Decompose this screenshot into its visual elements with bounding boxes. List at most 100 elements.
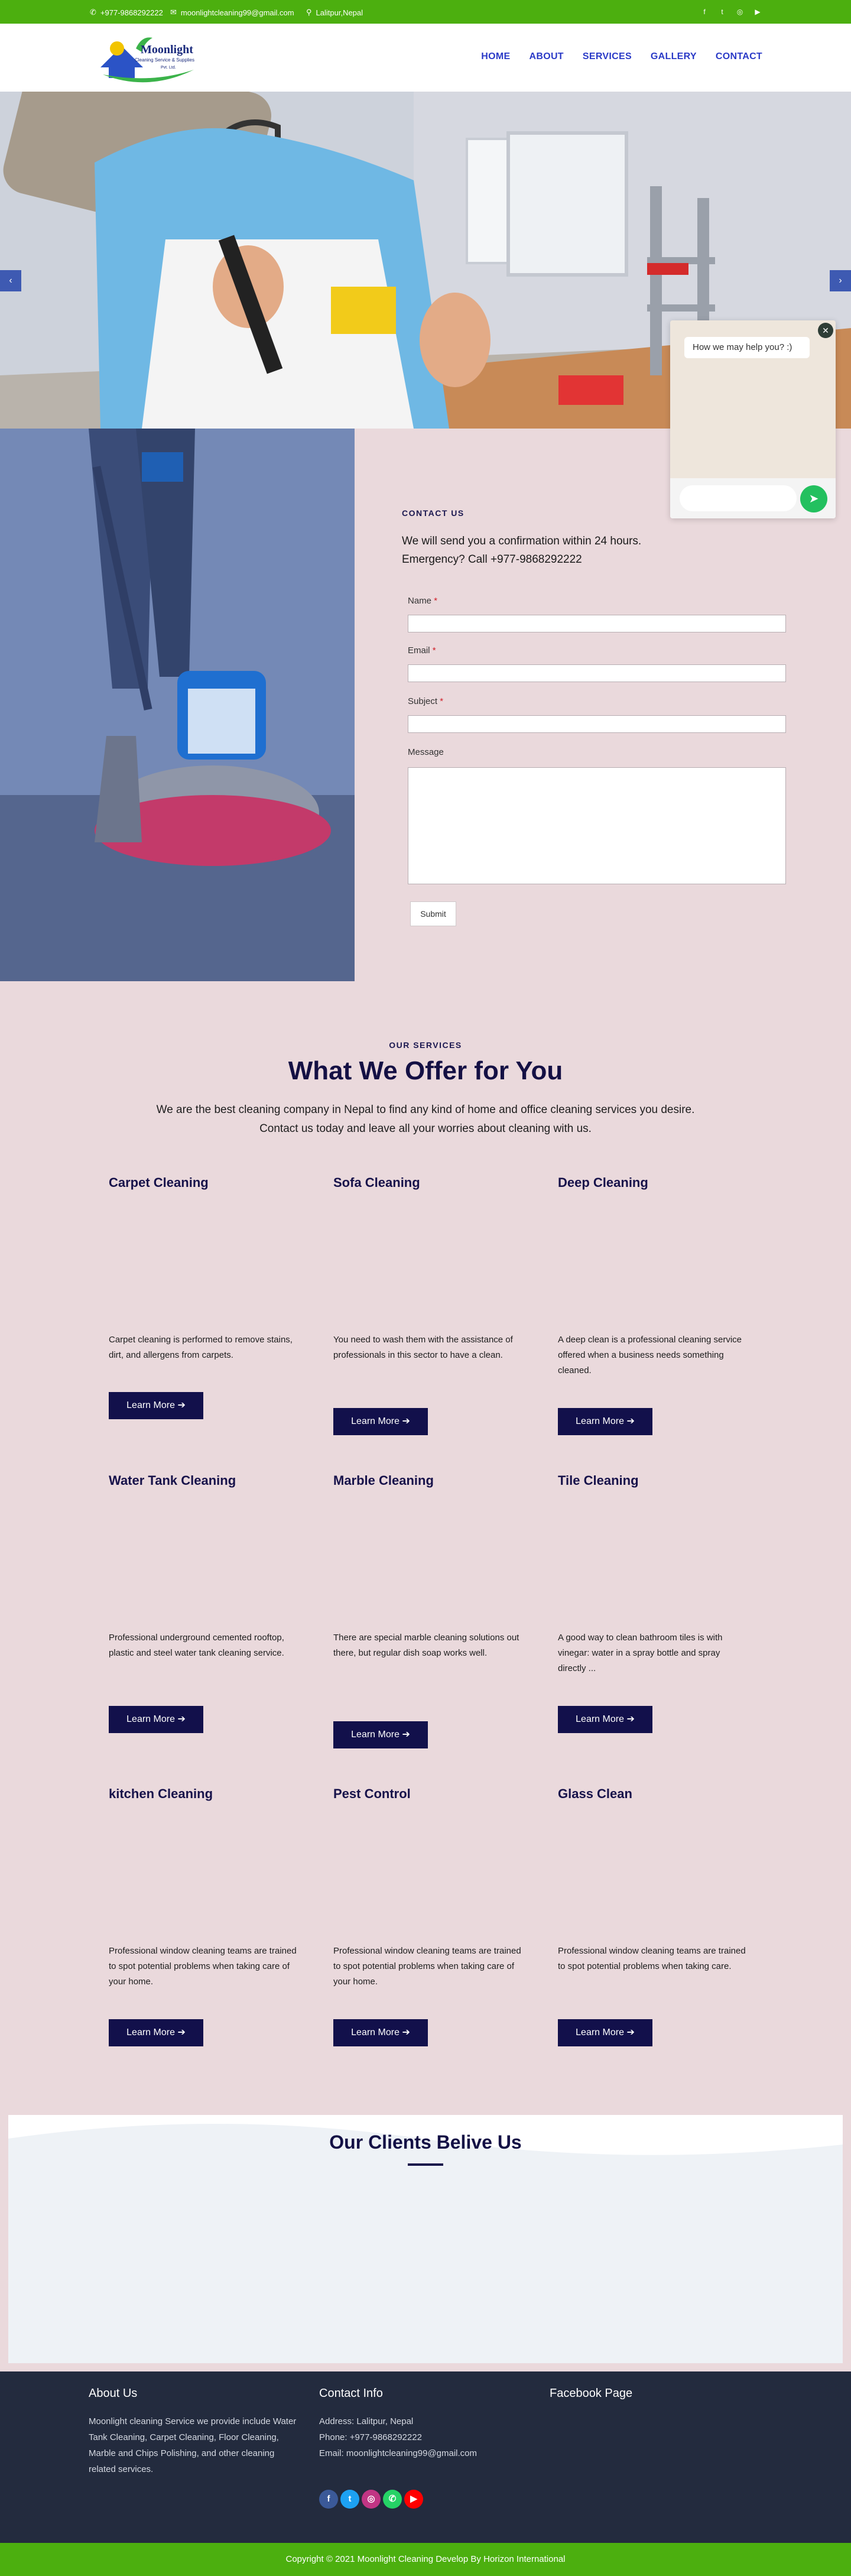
subject-field[interactable] — [408, 715, 786, 733]
nav-home[interactable]: HOME — [481, 51, 510, 62]
subject-label: Subject * — [408, 696, 444, 706]
service-card: Tile Cleaning A good way to clean bathro… — [558, 1473, 753, 1733]
youtube-icon[interactable]: ▶ — [404, 2490, 423, 2509]
service-card: Glass Clean Professional window cleaning… — [558, 1786, 753, 2046]
twitter-icon[interactable]: t — [717, 7, 727, 17]
arrow-right-icon: ➔ — [402, 2027, 410, 2038]
instagram-icon[interactable]: ◎ — [735, 7, 745, 17]
top-bar: ✆ +977-9868292222 ✉ moonlightcleaning99@… — [0, 0, 851, 24]
message-field[interactable] — [408, 767, 786, 884]
site-header: Moonlight Cleaning Service & Supplies Pv… — [0, 24, 851, 92]
nav-services[interactable]: SERVICES — [583, 51, 632, 62]
service-title: Sofa Cleaning — [333, 1175, 420, 1190]
service-title: Glass Clean — [558, 1786, 632, 1801]
service-card: Deep Cleaning A deep clean is a professi… — [558, 1175, 753, 1435]
chat-greeting: How we may help you? :) — [684, 337, 810, 358]
learn-more-button[interactable]: Learn More ➔ — [558, 2019, 652, 2046]
service-card: Carpet Cleaning Carpet cleaning is perfo… — [109, 1175, 304, 1419]
service-description: Professional window cleaning teams are t… — [558, 1946, 746, 1971]
service-title: Tile Cleaning — [558, 1473, 639, 1488]
service-card: kitchen Cleaning Professional window cle… — [109, 1786, 304, 2046]
services-intro: We are the best cleaning company in Nepa… — [0, 1101, 851, 1138]
footer-address: Address: Lalitpur, Nepal — [319, 2416, 414, 2426]
service-description: A deep clean is a professional cleaning … — [558, 1335, 742, 1375]
service-description: Professional window cleaning teams are t… — [333, 1946, 521, 1987]
service-card: Marble Cleaning There are special marble… — [333, 1473, 528, 1748]
service-title: Deep Cleaning — [558, 1175, 648, 1190]
main-nav: HOME ABOUT SERVICES GALLERY CONTACT — [481, 51, 762, 62]
topbar-phone[interactable]: ✆ +977-9868292222 — [90, 8, 163, 17]
services-intro-line-2: Contact us today and leave all your worr… — [259, 1122, 592, 1135]
submit-button[interactable]: Submit — [410, 901, 456, 926]
whatsapp-icon[interactable]: ✆ — [383, 2490, 402, 2509]
clients-section: Our Clients Belive Us — [8, 2115, 843, 2363]
services-intro-line-1: We are the best cleaning company in Nepa… — [156, 1104, 695, 1116]
footer-contact-details: Address: Lalitpur, Nepal Phone: +977-986… — [319, 2413, 520, 2461]
arrow-right-icon: ➔ — [626, 2027, 635, 2038]
phone-icon: ✆ — [90, 8, 96, 17]
learn-more-button[interactable]: Learn More ➔ — [558, 1706, 652, 1733]
hero-next-arrow[interactable]: › — [830, 270, 851, 291]
learn-more-button[interactable]: Learn More ➔ — [333, 2019, 428, 2046]
mail-icon: ✉ — [170, 8, 177, 17]
service-card: Sofa Cleaning You need to wash them with… — [333, 1175, 528, 1435]
svg-text:Cleaning Service & Supplies: Cleaning Service & Supplies — [135, 57, 194, 63]
footer-contact-heading: Contact Info — [319, 2387, 383, 2400]
hero-prev-arrow[interactable]: ‹ — [0, 270, 21, 291]
site-logo[interactable]: Moonlight Cleaning Service & Supplies Pv… — [95, 31, 198, 85]
contact-description: We will send you a confirmation within 2… — [402, 532, 786, 569]
service-description: Professional window cleaning teams are t… — [109, 1946, 297, 1987]
footer-email[interactable]: Email: moonlightcleaning99@gmail.com — [319, 2445, 520, 2461]
service-description: You need to wash them with the assistanc… — [333, 1335, 513, 1360]
name-label: Name * — [408, 596, 438, 606]
service-description: There are special marble cleaning soluti… — [333, 1633, 519, 1658]
site-footer: About Us Moonlight cleaning Service we p… — [0, 2371, 851, 2543]
topbar-socials: f t ◎ ▶ — [700, 7, 762, 17]
footer-contact: Contact Info Address: Lalitpur, Nepal Ph… — [319, 2387, 520, 2461]
youtube-icon[interactable]: ▶ — [753, 7, 762, 17]
arrow-right-icon: ➔ — [177, 1400, 186, 1410]
chat-input[interactable] — [680, 485, 797, 511]
arrow-right-icon: ➔ — [402, 1416, 410, 1426]
instagram-icon[interactable]: ◎ — [362, 2490, 381, 2509]
close-icon[interactable]: ✕ — [818, 323, 833, 338]
facebook-icon[interactable]: f — [319, 2490, 338, 2509]
arrow-right-icon: ➔ — [177, 1714, 186, 1724]
email-label: Email * — [408, 645, 436, 656]
learn-more-button[interactable]: Learn More ➔ — [333, 1408, 428, 1435]
arrow-right-icon: ➔ — [626, 1416, 635, 1426]
learn-more-button[interactable]: Learn More ➔ — [109, 1392, 203, 1419]
nav-contact[interactable]: CONTACT — [716, 51, 762, 62]
arrow-right-icon: ➔ — [402, 1730, 410, 1740]
learn-more-button[interactable]: Learn More ➔ — [109, 2019, 203, 2046]
clients-title: Our Clients Belive Us — [329, 2131, 522, 2153]
footer-social-icons: f t ◎ ✆ ▶ — [319, 2490, 423, 2509]
send-icon[interactable]: ➤ — [800, 485, 827, 512]
topbar-email-text: moonlightcleaning99@gmail.com — [180, 8, 294, 17]
arrow-right-icon: ➔ — [177, 2027, 186, 2038]
clients-title-underline — [408, 2163, 443, 2166]
footer-phone[interactable]: Phone: +977-9868292222 — [319, 2429, 520, 2445]
copyright-bar: Copyright © 2021 Moonlight Cleaning Deve… — [0, 2543, 851, 2576]
footer-about-text: Moonlight cleaning Service we provide in… — [89, 2416, 297, 2474]
facebook-icon[interactable]: f — [700, 7, 709, 17]
service-description: Professional underground cemented roofto… — [109, 1633, 284, 1658]
learn-more-button[interactable]: Learn More ➔ — [109, 1706, 203, 1733]
nav-about[interactable]: ABOUT — [530, 51, 564, 62]
topbar-phone-text: +977-9868292222 — [100, 8, 163, 17]
nav-gallery[interactable]: GALLERY — [651, 51, 697, 62]
contact-line-emergency: Emergency? Call +977-9868292222 — [402, 553, 582, 566]
contact-image — [0, 429, 355, 981]
email-field[interactable] — [408, 664, 786, 682]
twitter-icon[interactable]: t — [340, 2490, 359, 2509]
name-field[interactable] — [408, 615, 786, 632]
footer-facebook: Facebook Page — [550, 2387, 751, 2400]
service-description: Carpet cleaning is performed to remove s… — [109, 1335, 293, 1360]
topbar-email[interactable]: ✉ moonlightcleaning99@gmail.com — [170, 8, 294, 17]
learn-more-button[interactable]: Learn More ➔ — [558, 1408, 652, 1435]
learn-more-button[interactable]: Learn More ➔ — [333, 1721, 428, 1748]
topbar-location-text: Lalitpur,Nepal — [316, 8, 363, 17]
footer-about: About Us Moonlight cleaning Service we p… — [89, 2387, 301, 2477]
chat-footer: ➤ — [670, 478, 836, 518]
topbar-location: ⚲ Lalitpur,Nepal — [306, 8, 363, 17]
